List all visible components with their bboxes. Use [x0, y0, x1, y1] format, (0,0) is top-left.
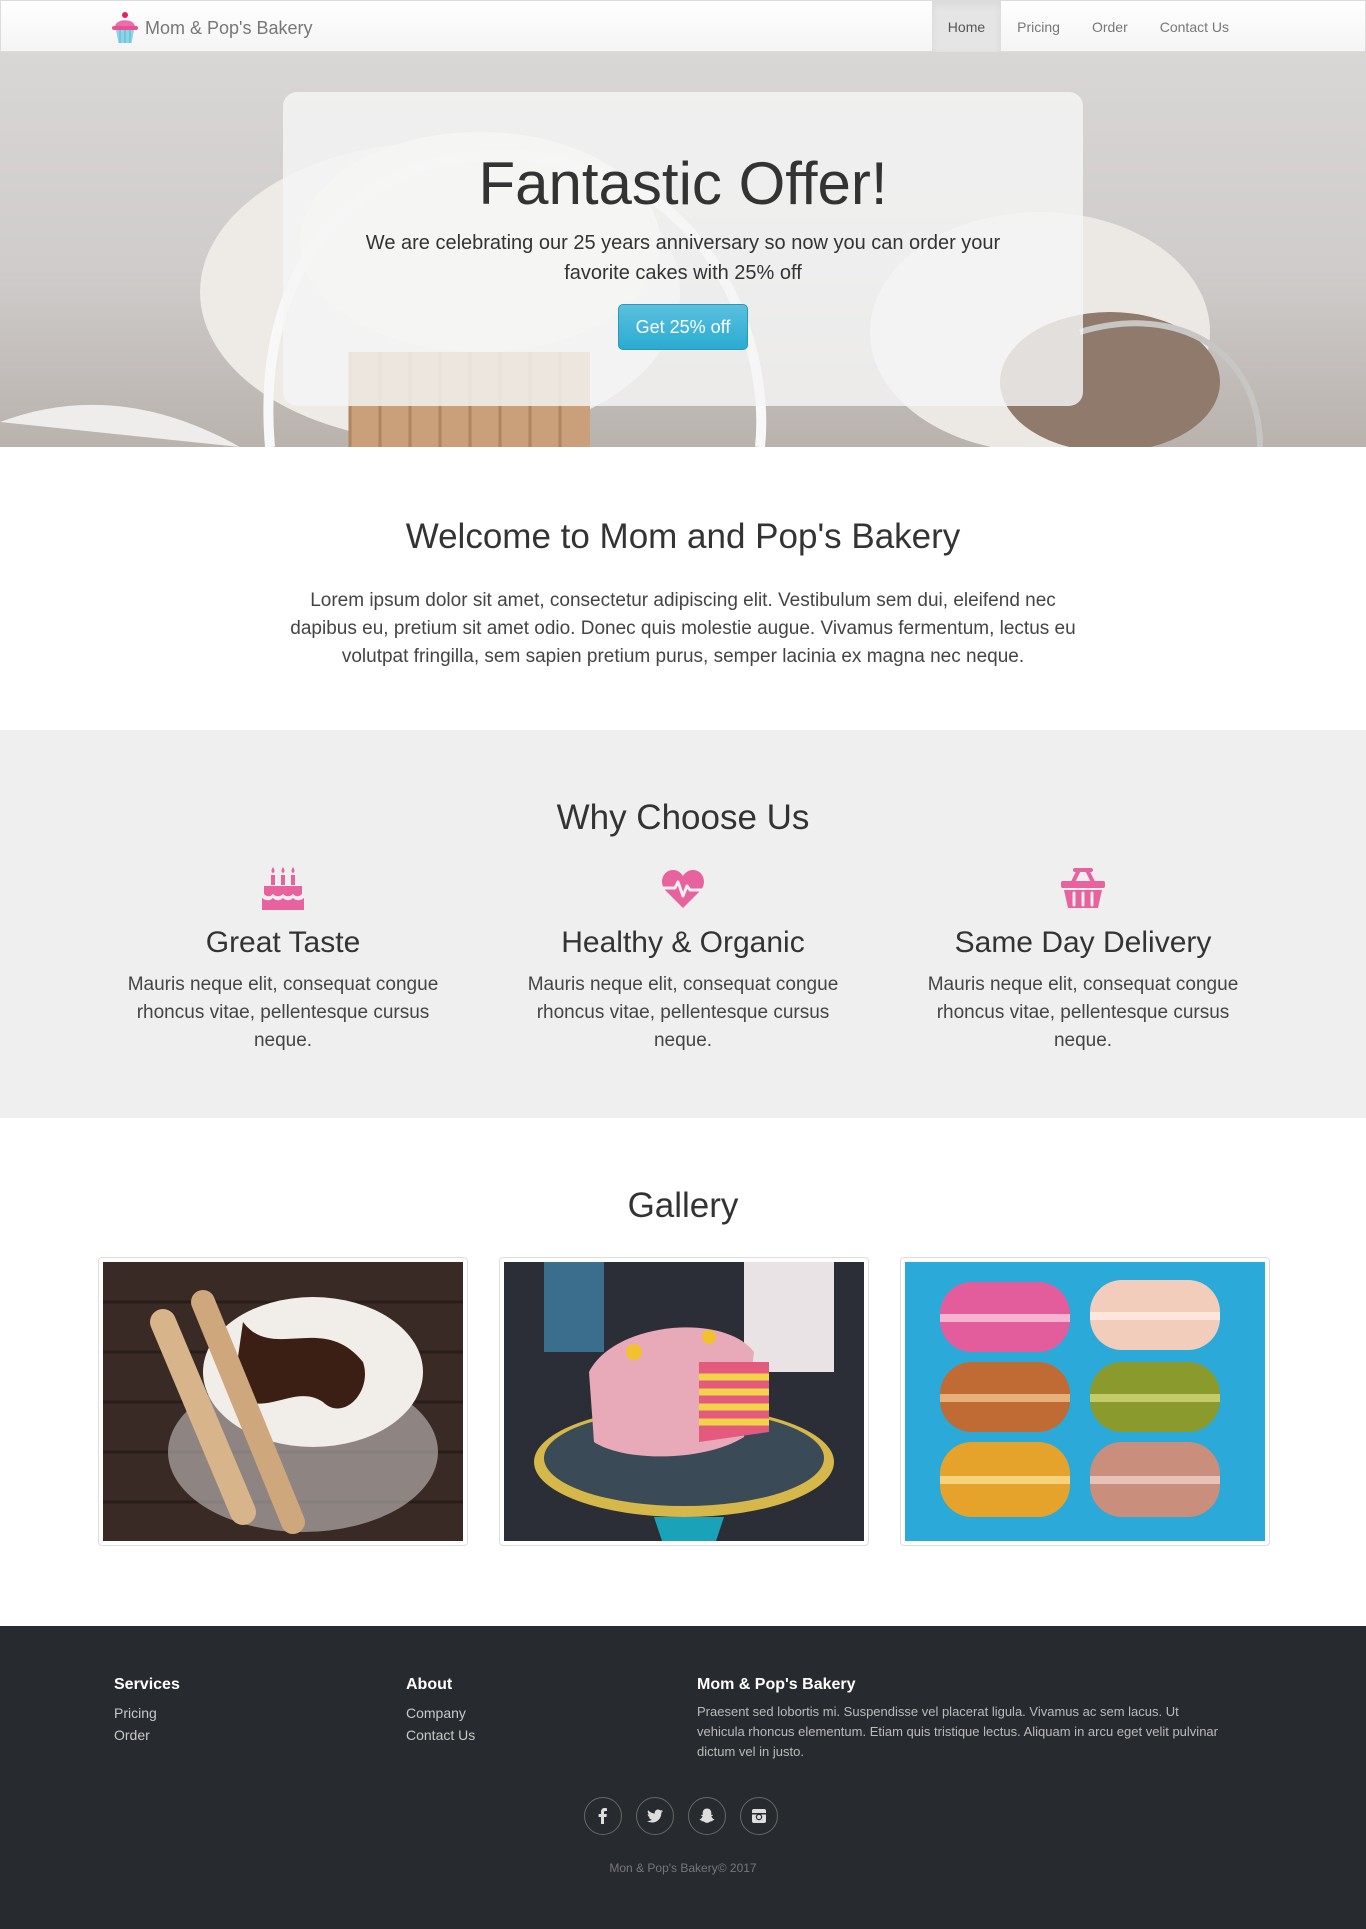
navbar: Mom & Pop's Bakery Home Pricing Order Co…	[0, 0, 1366, 52]
copyright-text: Mon & Pop's Bakery© 2017	[609, 1861, 757, 1875]
feature-same-day-delivery: Same Day Delivery Mauris neque elit, con…	[883, 866, 1283, 1055]
birthday-cake-icon	[262, 867, 304, 910]
welcome-text: Lorem ipsum dolor sit amet, consectetur …	[290, 590, 1076, 667]
footer-bakery-title: Mom & Pop's Bakery	[697, 1676, 856, 1693]
gallery-thumbnails	[98, 1257, 1270, 1546]
shopping-basket-icon	[1061, 868, 1105, 908]
feature-title: Great Taste	[205, 926, 361, 959]
cupcake-logo-icon	[112, 12, 138, 43]
footer-link-order[interactable]: Order	[114, 1724, 180, 1746]
footer-about-title: About	[406, 1676, 453, 1693]
footer-services-title: Services	[114, 1676, 180, 1693]
hero-text: We are celebrating our 25 years annivers…	[365, 232, 1001, 284]
main-nav: Home Pricing Order Contact Us	[931, 1, 1245, 52]
twitter-link[interactable]	[636, 1797, 674, 1835]
facebook-icon	[598, 1808, 607, 1824]
feature-great-taste: Great Taste Mauris neque elit, consequat…	[83, 866, 483, 1055]
snapchat-icon	[699, 1808, 715, 1823]
facebook-link[interactable]	[584, 1797, 622, 1835]
footer-link-pricing[interactable]: Pricing	[114, 1702, 180, 1724]
hero-title: Fantastic Offer!	[478, 150, 888, 217]
nav-order[interactable]: Order	[1076, 1, 1144, 52]
get-discount-button[interactable]: Get 25% off	[617, 304, 749, 350]
feature-healthy-organic: Healthy & Organic Mauris neque elit, con…	[483, 866, 883, 1055]
heartbeat-icon	[662, 870, 704, 908]
footer-bakery-text: Praesent sed lobortis mi. Suspendisse ve…	[697, 1704, 1218, 1759]
brand-name: Mom & Pop's Bakery	[145, 17, 313, 38]
why-choose-us-section: Why Choose Us Great Taste Mauris neque e…	[0, 730, 1366, 1118]
footer-link-company[interactable]: Company	[406, 1702, 475, 1724]
feature-text: Mauris neque elit, consequat congue rhon…	[527, 974, 839, 1051]
nav-home[interactable]: Home	[931, 1, 1002, 52]
welcome-section: Welcome to Mom and Pop's Bakery Lorem ip…	[0, 447, 1366, 730]
why-choose-us-title: Why Choose Us	[556, 798, 810, 837]
snapchat-link[interactable]	[688, 1797, 726, 1835]
gallery-title: Gallery	[627, 1186, 739, 1225]
nav-pricing[interactable]: Pricing	[1001, 1, 1076, 52]
welcome-title: Welcome to Mom and Pop's Bakery	[405, 517, 961, 556]
footer-services-column: Services Pricing Order	[114, 1676, 180, 1746]
nav-contact-us[interactable]: Contact Us	[1144, 1, 1245, 52]
instagram-link[interactable]	[740, 1797, 778, 1835]
hero-offer-card: Fantastic Offer! We are celebrating our …	[283, 92, 1083, 406]
footer-bakery-column: Mom & Pop's Bakery Praesent sed lobortis…	[697, 1676, 1227, 1762]
gallery-image-macarons[interactable]	[900, 1257, 1270, 1546]
sprinkle-layer-cake-photo	[504, 1262, 864, 1541]
feature-title: Same Day Delivery	[954, 926, 1212, 959]
features-list: Great Taste Mauris neque elit, consequat…	[83, 866, 1283, 1055]
footer: Services Pricing Order About Company Con…	[0, 1626, 1366, 1929]
ice-cream-sundae-photo	[103, 1262, 463, 1541]
feature-text: Mauris neque elit, consequat congue rhon…	[127, 974, 439, 1051]
twitter-icon	[647, 1809, 663, 1823]
social-links	[584, 1797, 778, 1835]
feature-text: Mauris neque elit, consequat congue rhon…	[927, 974, 1239, 1051]
gallery-section: Gallery	[0, 1118, 1366, 1626]
gallery-image-ice-cream[interactable]	[98, 1257, 468, 1546]
footer-link-contact-us[interactable]: Contact Us	[406, 1724, 475, 1746]
brand-link[interactable]: Mom & Pop's Bakery	[112, 12, 313, 44]
hero-banner: Fantastic Offer! We are celebrating our …	[0, 52, 1366, 447]
macarons-photo	[905, 1262, 1265, 1541]
gallery-image-layer-cake[interactable]	[499, 1257, 869, 1546]
instagram-icon	[752, 1809, 766, 1823]
feature-title: Healthy & Organic	[561, 926, 805, 959]
footer-about-column: About Company Contact Us	[406, 1676, 475, 1746]
